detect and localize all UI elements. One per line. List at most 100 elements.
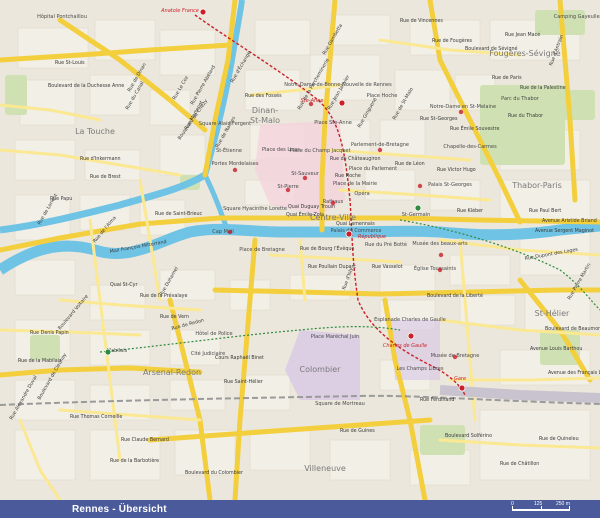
poi-marker	[302, 175, 308, 181]
street-label: Boulevard du Colombier	[185, 470, 243, 476]
metro-station-marker	[104, 348, 112, 356]
metro-station-marker	[199, 8, 207, 16]
landmark-label: Esplanade Charles de Gaulle	[374, 317, 446, 323]
poi-marker	[437, 267, 443, 273]
street-label: Rue de Vincennes	[400, 18, 443, 24]
street-label: Boulevard Solférino	[445, 432, 492, 439]
landmark-label: Hôpital Pontchaillou	[37, 13, 87, 20]
street-label: Rue Claude Bernard	[121, 437, 169, 443]
landmark-label: Portes Mordelaises	[212, 161, 259, 167]
street-label: Rue St-Georges	[420, 116, 458, 122]
poi-marker	[438, 252, 444, 258]
landmark-label: Église Toussaints	[414, 264, 457, 272]
street-label: Rue de la Barbotière	[110, 457, 159, 464]
landmark-label: Place de Bretagne	[239, 247, 285, 253]
metro-station-marker	[414, 204, 422, 212]
poi-marker	[458, 109, 464, 115]
landmark-label: Place du Parlement	[349, 166, 397, 172]
city-block	[449, 254, 511, 286]
metro-station-marker	[345, 230, 353, 238]
landmark-label: Notre-Dame en St-Melaine	[430, 104, 496, 110]
poi-marker	[452, 354, 458, 360]
landmark-label: Charles de Gaulle	[383, 343, 427, 349]
city-block	[14, 139, 76, 181]
street-label: Avenue Aristide Briand	[542, 218, 597, 224]
landmark-label: Square de Mortreau	[315, 401, 365, 407]
street-label: Rue de Châteaugiron	[330, 155, 381, 162]
street-label: Avenue des Français Libres	[548, 370, 600, 376]
city-map: La Touche Dinan- St-Malo Centre-Ville Thabor…	[0, 0, 600, 518]
district-label: La Touche	[75, 127, 115, 136]
street-label: Rue St-Louis	[55, 60, 85, 66]
street-label: Rue Vasselot	[372, 264, 403, 270]
map-title: Rennes - Übersicht	[72, 503, 167, 515]
city-block	[159, 134, 206, 176]
landmark-label: Place Ste-Anne	[314, 120, 352, 126]
district-label: Colombier	[300, 365, 342, 374]
street-label: Rue Jean Macé	[505, 31, 540, 38]
street-label: Rue de Saint-Brieuc	[155, 211, 203, 217]
landmark-label: Place de la Mairie	[333, 181, 377, 187]
poi-marker	[308, 101, 314, 107]
scale-label-end: 250 m	[556, 501, 570, 507]
street-label: Rue de Léon	[395, 160, 425, 167]
street-label: Rue d'Inkermann	[80, 156, 121, 162]
street-label: Avenue Sergent Maginot	[535, 228, 594, 234]
landmark-label: Rue du Pré Botté	[365, 241, 407, 248]
landmark-label: Musée des beaux-arts	[412, 240, 468, 247]
district-label: Dinan-	[252, 106, 278, 115]
poi-marker	[232, 167, 238, 173]
landmark-label: Hôtel de Police	[195, 330, 232, 337]
district-label: Thabor-Paris	[511, 181, 562, 190]
street-label: Rue de la Palestine	[520, 85, 566, 91]
street-label: Rue de Vern	[160, 314, 189, 320]
park-area	[560, 90, 595, 120]
city-block	[14, 259, 76, 296]
city-block	[14, 429, 76, 481]
street-label: Rue de la Mabilais	[18, 358, 62, 364]
street-label: Cours Raphaël Binet	[215, 355, 264, 361]
landmark-label: Les Champs Libres	[397, 366, 444, 372]
landmark-label: Gare	[454, 376, 466, 382]
map-footer: Rennes - Übersicht 0 125 250 m	[0, 500, 600, 518]
landmark-label: Camping Gayeulles	[554, 14, 600, 20]
street-label: Avenue Louis Barthou	[530, 346, 582, 352]
landmark-label: Place du Champ Jacquet	[290, 148, 351, 154]
scale-bar: 0 125 250 m	[511, 501, 572, 514]
street-label: Rue Hoche	[335, 173, 361, 179]
poi-marker	[417, 183, 423, 189]
street-label: Boulevard de Sévigné	[465, 45, 518, 52]
street-label: Rue Ferdinand	[420, 397, 454, 403]
landmark-label: Parlement-de-Bretagne	[351, 142, 409, 148]
street-label: Boulevard de la Duchesse Anne	[48, 83, 124, 89]
city-block	[459, 294, 516, 326]
street-label: Rue de Fougères	[432, 37, 473, 44]
city-block	[254, 19, 311, 56]
street-label: Rue de Guines	[340, 428, 375, 434]
street-label: Rue de Quineleu	[539, 436, 579, 442]
park-area	[30, 335, 60, 360]
landmark-label: Palais St-Georges	[428, 182, 472, 188]
metro-station-marker	[407, 332, 415, 340]
poi-marker	[330, 200, 336, 206]
street-label: Rue Kléber	[457, 207, 483, 214]
landmark-label: Chapelle-des-Carmes	[443, 144, 497, 150]
landmark-label: Place Hoche	[367, 93, 398, 99]
district-label: Villeneuve	[304, 464, 346, 473]
street-label: Quai Duguay Trouin	[288, 204, 335, 210]
street-label: Rue Paul Bert	[529, 208, 561, 214]
metro-station-marker	[458, 384, 466, 392]
street-label: Rue de Châtillon	[500, 460, 539, 467]
city-block	[249, 429, 311, 471]
landmark-label: Anatole France	[160, 8, 199, 14]
metro-station-marker	[338, 99, 346, 107]
street-label: Rue des Fossés	[245, 92, 282, 99]
map-canvas[interactable]: La ToucheDinan-St-MaloCentre-VilleThabor…	[0, 0, 600, 500]
street-label: Rue Victor Hugo	[437, 167, 476, 173]
street-label: Rue Saint-Hélier	[224, 378, 263, 385]
landmark-label: Place Maréchal Juin	[311, 333, 359, 340]
street-label: Rue Thomas Corneille	[70, 414, 122, 420]
scale-label-start: 0	[511, 501, 514, 507]
street-label: Rue du Thabor	[508, 113, 543, 119]
landmark-label: République	[358, 233, 386, 240]
